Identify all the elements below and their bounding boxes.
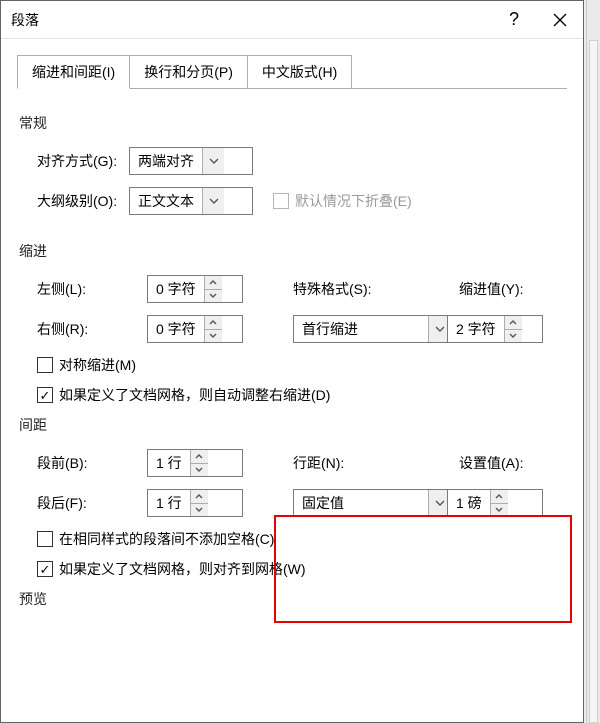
collapsed-label: 默认情况下折叠(E) [295,191,412,211]
help-button[interactable]: ? [491,1,537,39]
window-edge [586,0,600,723]
indent-left-label: 左侧(L): [19,279,147,299]
arrow-down-icon[interactable] [191,463,208,477]
snap-grid-checkbox[interactable] [37,561,53,577]
space-before-label: 段前(B): [19,453,147,473]
arrow-down-icon[interactable] [505,329,522,343]
alignment-select[interactable]: 两端对齐 [129,147,253,175]
arrow-up-icon[interactable] [205,276,222,289]
arrow-up-icon[interactable] [491,490,508,503]
indent-left-stepper[interactable]: 0 字符 [147,275,243,303]
tab-strip: 缩进和间距(I) 换行和分页(P) 中文版式(H) [1,39,583,89]
tab-indent-spacing[interactable]: 缩进和间距(I) [17,55,130,89]
auto-adjust-indent-checkbox[interactable] [37,387,53,403]
arrow-down-icon[interactable] [205,329,222,343]
mirror-indent-checkbox[interactable] [37,357,53,373]
by-label: 缩进值(Y): [435,279,555,299]
by-stepper[interactable]: 2 字符 [447,315,543,343]
snap-grid-label: 如果定义了文档网格，则对齐到网格(W) [59,559,306,579]
chevron-down-icon [202,188,224,214]
mirror-indent-label: 对称缩进(M) [59,355,136,375]
indent-right-stepper[interactable]: 0 字符 [147,315,243,343]
space-after-stepper[interactable]: 1 行 [147,489,243,517]
tab-asian-typography[interactable]: 中文版式(H) [247,55,352,89]
arrow-down-icon[interactable] [491,503,508,517]
arrow-up-icon[interactable] [505,316,522,329]
section-spacing: 间距 [19,415,565,435]
arrow-down-icon[interactable] [205,289,222,303]
arrow-up-icon[interactable] [205,316,222,329]
space-after-label: 段后(F): [19,493,147,513]
arrow-down-icon[interactable] [191,503,208,517]
titlebar: 段落 ? [1,1,583,39]
space-before-stepper[interactable]: 1 行 [147,449,243,477]
collapsed-checkbox [273,193,289,209]
indent-right-label: 右侧(R): [19,319,147,339]
help-icon: ? [509,9,519,30]
dialog-title: 段落 [11,10,39,30]
close-icon [553,13,567,27]
at-stepper[interactable]: 1 磅 [447,489,543,517]
close-button[interactable] [537,1,583,39]
outline-select[interactable]: 正文文本 [129,187,253,215]
special-label: 特殊格式(S): [267,279,435,299]
outline-label: 大纲级别(O): [19,191,129,211]
special-select[interactable]: 首行缩进 [293,315,451,343]
section-indentation: 缩进 [19,241,565,261]
section-preview: 预览 [19,589,565,609]
alignment-label: 对齐方式(G): [19,151,129,171]
arrow-up-icon[interactable] [191,450,208,463]
auto-adjust-indent-label: 如果定义了文档网格，则自动调整右缩进(D) [59,385,330,405]
section-general: 常规 [19,113,565,133]
no-space-between-checkbox[interactable] [37,531,53,547]
no-space-between-label: 在相同样式的段落间不添加空格(C) [59,529,274,549]
chevron-down-icon [202,148,224,174]
line-spacing-select[interactable]: 固定值 [293,489,451,517]
tab-line-page-breaks[interactable]: 换行和分页(P) [129,55,248,89]
at-label: 设置值(A): [435,453,555,473]
line-spacing-label: 行距(N): [267,453,435,473]
arrow-up-icon[interactable] [191,490,208,503]
